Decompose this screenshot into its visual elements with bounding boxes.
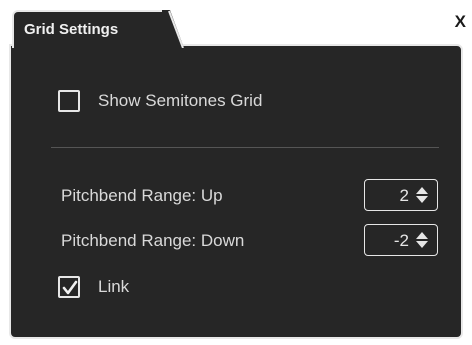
tab-grid-settings[interactable]: Grid Settings xyxy=(12,10,170,48)
pitchbend-down-label: Pitchbend Range: Down xyxy=(61,231,245,250)
grid-settings-window: Grid Settings X Show Semitones Grid Pitc… xyxy=(0,0,472,345)
settings-panel: Show Semitones Grid Pitchbend Range: Up … xyxy=(9,44,463,339)
close-button[interactable]: X xyxy=(455,12,466,32)
up-down-arrows-icon[interactable] xyxy=(415,231,429,249)
check-icon xyxy=(62,280,78,295)
tab-edge xyxy=(162,10,184,48)
pitchbend-down-value: -2 xyxy=(393,231,409,250)
tab-bar: Grid Settings X xyxy=(12,10,472,48)
show-semitones-checkbox[interactable] xyxy=(58,90,80,112)
pitchbend-down-spinbox[interactable]: -2 xyxy=(364,224,438,256)
link-checkbox[interactable] xyxy=(58,276,80,298)
link-label: Link xyxy=(98,277,130,296)
divider xyxy=(51,147,439,148)
tab-title: Grid Settings xyxy=(24,21,119,38)
up-down-arrows-icon[interactable] xyxy=(415,186,429,204)
pitchbend-up-value: 2 xyxy=(399,186,409,205)
pitchbend-up-spinbox[interactable]: 2 xyxy=(364,179,438,211)
show-semitones-label: Show Semitones Grid xyxy=(98,91,263,110)
pitchbend-up-label: Pitchbend Range: Up xyxy=(61,186,223,205)
